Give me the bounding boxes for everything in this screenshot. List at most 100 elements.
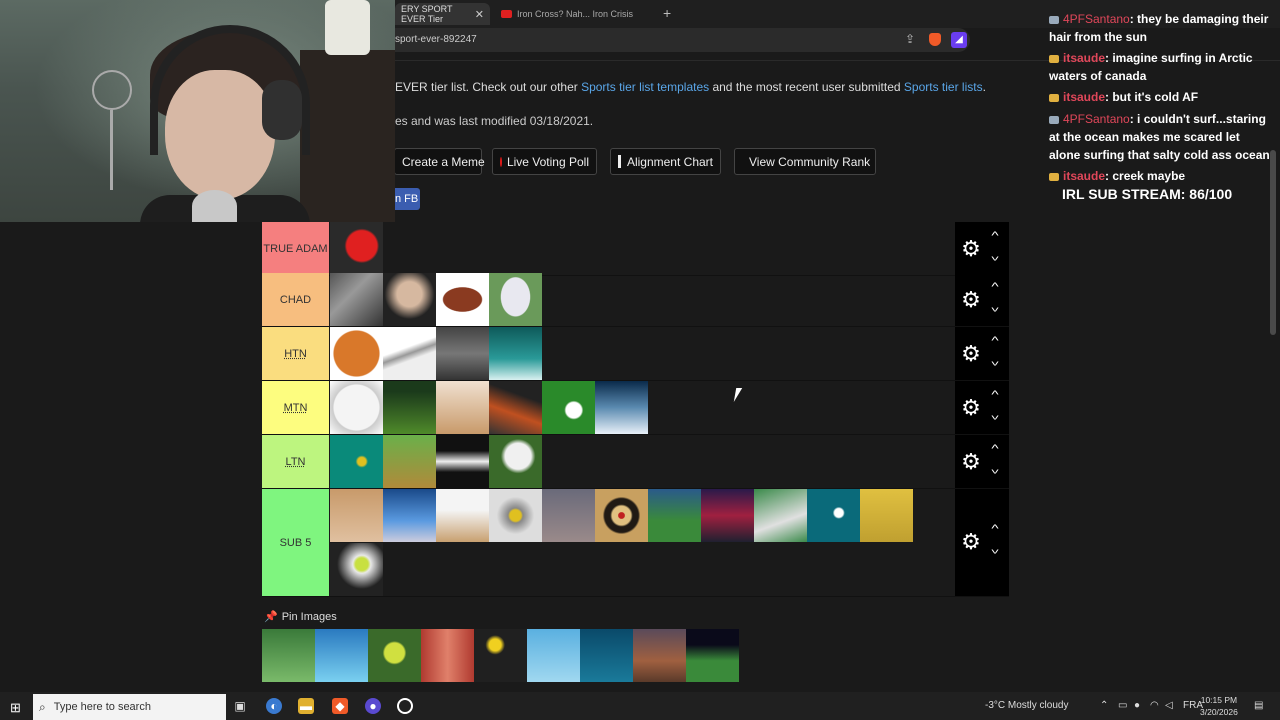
- chevron-down-icon[interactable]: ^: [985, 250, 1005, 262]
- gear-icon[interactable]: ⚙: [960, 397, 982, 419]
- discord-icon[interactable]: ●: [365, 698, 381, 714]
- track-image[interactable]: [421, 629, 474, 682]
- disc-golf-image[interactable]: [648, 489, 701, 542]
- new-tab-icon[interactable]: +: [663, 5, 671, 21]
- golf-image[interactable]: [383, 381, 436, 434]
- windows-start-icon[interactable]: ⊞: [10, 700, 21, 716]
- lacrosse-image[interactable]: [489, 435, 542, 488]
- diving-image[interactable]: [580, 629, 633, 682]
- network-icon[interactable]: ▭: [1118, 700, 1127, 711]
- taskbar-search[interactable]: ⌕ Type here to search: [33, 694, 226, 720]
- share-facebook-button[interactable]: n FB: [395, 188, 420, 210]
- volleyball-image[interactable]: [474, 629, 527, 682]
- live-poll-button[interactable]: Live Voting Poll: [492, 148, 597, 175]
- chevron-up-icon[interactable]: ^: [985, 443, 1005, 455]
- billiards-image[interactable]: [330, 435, 383, 488]
- close-icon[interactable]: ✕: [475, 8, 484, 21]
- chevron-up-icon[interactable]: ^: [985, 389, 1005, 401]
- task-view-icon[interactable]: ▣: [232, 698, 248, 714]
- clock-time: 10:15 PM: [1200, 695, 1238, 705]
- tier-label[interactable]: HTN: [262, 327, 329, 380]
- create-meme-button[interactable]: Create a Meme: [394, 148, 485, 175]
- skateboard-image[interactable]: [489, 381, 542, 434]
- croquet-image[interactable]: [383, 435, 436, 488]
- vpn-icon[interactable]: ◢: [951, 32, 967, 48]
- tier-label[interactable]: MTN: [262, 381, 329, 434]
- chevron-down-icon[interactable]: ^: [985, 543, 1005, 555]
- gear-icon[interactable]: ⚙: [960, 531, 982, 553]
- chevron-down-icon[interactable]: ^: [985, 409, 1005, 421]
- curling-image[interactable]: [489, 489, 542, 542]
- soccer-image[interactable]: [542, 381, 595, 434]
- clock[interactable]: 10:15 PM 3/20/2026: [1200, 694, 1238, 718]
- table-tennis-image[interactable]: [807, 489, 860, 542]
- nascar-image[interactable]: [436, 327, 489, 380]
- microphone-icon[interactable]: ●: [1134, 700, 1140, 711]
- brave-shield-icon[interactable]: [929, 33, 941, 46]
- football-image[interactable]: [436, 273, 489, 326]
- chevron-down-icon[interactable]: ^: [985, 301, 1005, 313]
- user-lists-link[interactable]: Sports tier lists: [904, 80, 983, 94]
- chevron-up-icon[interactable]: ^: [985, 230, 1005, 242]
- tier-label[interactable]: TRUE ADAM: [262, 222, 329, 275]
- gear-icon[interactable]: ⚙: [960, 238, 982, 260]
- tab-youtube[interactable]: Iron Cross? Nah... Iron Crisis: [495, 3, 655, 25]
- tier-label[interactable]: CHAD: [262, 273, 329, 326]
- chevron-up-icon[interactable]: ^: [985, 281, 1005, 293]
- address-bar[interactable]: sport-ever-892247 ⇪ ◢: [395, 28, 970, 52]
- tab-tierlist[interactable]: ERY SPORT EVER Tier ✕: [395, 3, 490, 25]
- gear-icon[interactable]: ⚙: [960, 343, 982, 365]
- rugby-ball-image[interactable]: [489, 273, 542, 326]
- bowling-image[interactable]: [383, 489, 436, 542]
- notifications-icon[interactable]: ▤: [1254, 700, 1263, 711]
- field-hockey-image[interactable]: [754, 489, 807, 542]
- gear-icon[interactable]: ⚙: [960, 451, 982, 473]
- esports-image[interactable]: [701, 489, 754, 542]
- obs-icon[interactable]: [397, 698, 413, 714]
- scrollbar[interactable]: [1270, 150, 1276, 335]
- baseball-image[interactable]: [330, 381, 383, 434]
- file-explorer-icon[interactable]: ▬: [298, 698, 314, 714]
- tray-chevron-icon[interactable]: ⌃: [1100, 700, 1108, 711]
- badminton-image[interactable]: [860, 489, 913, 542]
- skiing-image[interactable]: [595, 381, 648, 434]
- night-stadium-image[interactable]: [686, 629, 739, 682]
- boxing-glove-image[interactable]: [330, 222, 383, 275]
- mma-fighter-image[interactable]: [383, 273, 436, 326]
- soccer-match-image[interactable]: [262, 629, 315, 682]
- gear-icon[interactable]: ⚙: [960, 289, 982, 311]
- community-rank-button[interactable]: View Community Rank: [734, 148, 876, 175]
- darts-image[interactable]: [595, 489, 648, 542]
- tier-row: SUB 5 ⚙ ^ ^: [262, 489, 1009, 597]
- basketball-image[interactable]: [330, 327, 383, 380]
- swimming-image[interactable]: [315, 629, 368, 682]
- cricket-image[interactable]: [436, 489, 489, 542]
- water-polo-image[interactable]: [527, 629, 580, 682]
- f1-racing-image[interactable]: [330, 273, 383, 326]
- tennis-ball-image[interactable]: [368, 629, 421, 682]
- tier-label[interactable]: SUB 5: [262, 489, 329, 596]
- hockey-image[interactable]: [383, 327, 436, 380]
- table-game-image[interactable]: [436, 381, 489, 434]
- chevron-up-icon[interactable]: ^: [985, 523, 1005, 535]
- fencing-image[interactable]: [436, 435, 489, 488]
- fingerboard-image[interactable]: [330, 489, 383, 542]
- templates-link[interactable]: Sports tier list templates: [581, 80, 709, 94]
- chevron-up-icon[interactable]: ^: [985, 335, 1005, 347]
- brave-browser-icon[interactable]: ◆: [332, 698, 348, 714]
- tennis-image[interactable]: [330, 543, 383, 596]
- copilot-icon[interactable]: ◐: [266, 698, 282, 714]
- cycling-image[interactable]: [542, 489, 595, 542]
- surfing-image[interactable]: [489, 327, 542, 380]
- tier-label-text: TRUE ADAM: [263, 242, 328, 255]
- wifi-icon[interactable]: ◠: [1150, 700, 1159, 711]
- alignment-chart-button[interactable]: Alignment Chart: [610, 148, 721, 175]
- stadium-image[interactable]: [633, 629, 686, 682]
- weather-widget[interactable]: -3°C Mostly cloudy: [985, 700, 1068, 711]
- pin-images-toggle[interactable]: 📌 Pin Images: [264, 610, 337, 623]
- share-icon[interactable]: ⇪: [905, 32, 915, 46]
- tier-label[interactable]: LTN: [262, 435, 329, 488]
- chevron-down-icon[interactable]: ^: [985, 463, 1005, 475]
- volume-icon[interactable]: ◁: [1165, 700, 1173, 711]
- chevron-down-icon[interactable]: ^: [985, 355, 1005, 367]
